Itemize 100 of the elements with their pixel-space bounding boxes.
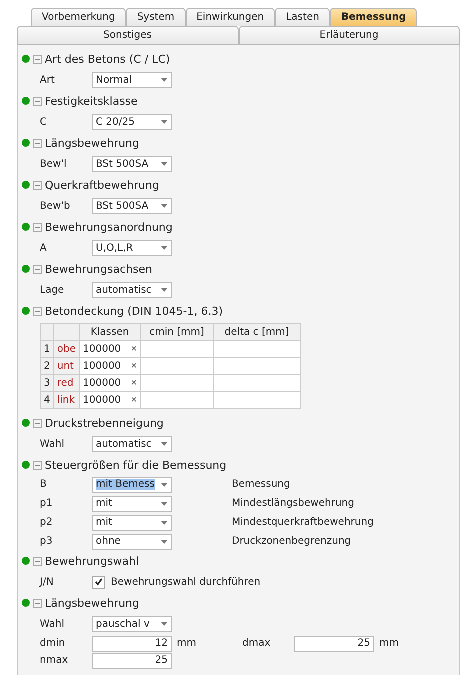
field-label: Art bbox=[40, 74, 56, 86]
field-label: Wahl bbox=[40, 438, 66, 450]
dropdown[interactable]: ohne bbox=[92, 534, 172, 550]
status-dot bbox=[22, 419, 30, 427]
collapse-icon[interactable] bbox=[33, 180, 42, 190]
field-label: dmin bbox=[40, 638, 66, 649]
dropdown[interactable]: mit bbox=[92, 496, 172, 512]
remove-button[interactable]: × bbox=[131, 394, 138, 406]
row-number: 1 bbox=[40, 340, 54, 358]
section-title: Längsbewehrung bbox=[45, 596, 140, 610]
caret-icon bbox=[161, 622, 168, 626]
field-label: Bew'l bbox=[40, 158, 68, 170]
caret-icon bbox=[161, 162, 168, 166]
table-cell: red bbox=[54, 374, 80, 392]
collapse-icon[interactable] bbox=[33, 264, 42, 274]
dropdown[interactable]: automatisc bbox=[92, 282, 172, 298]
remove-button[interactable]: × bbox=[131, 344, 138, 354]
collapse-icon[interactable] bbox=[33, 138, 42, 148]
dropdown[interactable]: automatisc bbox=[92, 436, 172, 452]
checkbox[interactable] bbox=[92, 576, 105, 588]
section-title: Längsbewehrung bbox=[45, 136, 140, 150]
collapse-icon[interactable] bbox=[33, 222, 42, 232]
dropdown[interactable]: pauschal v bbox=[92, 616, 172, 632]
section-title: Art des Betons (C / LC) bbox=[45, 52, 170, 66]
collapse-icon[interactable] bbox=[33, 460, 42, 470]
status-dot bbox=[22, 557, 30, 565]
collapse-icon[interactable] bbox=[33, 556, 42, 566]
table-cell: 100000 × bbox=[80, 358, 141, 374]
dropdown[interactable]: U,O,L,R bbox=[92, 240, 172, 256]
field-label: dmax bbox=[242, 638, 272, 649]
table-cell: unt bbox=[54, 358, 80, 374]
field-label: p3 bbox=[40, 536, 54, 547]
section-title: Bewehrungsachsen bbox=[45, 262, 152, 276]
section-title: Bewehrungsanordnung bbox=[45, 220, 173, 234]
column-header: Klassen bbox=[80, 324, 141, 340]
status-dot bbox=[22, 55, 30, 63]
collapse-icon[interactable] bbox=[33, 598, 42, 608]
status-dot bbox=[22, 181, 30, 189]
collapse-icon[interactable] bbox=[33, 96, 42, 106]
section-title: Steuergrößen für die Bemessung bbox=[45, 458, 227, 472]
checkbox-label: Bewehrungswahl durchführen bbox=[111, 576, 261, 588]
caret-icon bbox=[161, 482, 168, 486]
collapse-icon[interactable] bbox=[33, 418, 42, 428]
caret-icon bbox=[161, 120, 168, 124]
tab[interactable]: Vorbemerkung bbox=[31, 8, 126, 26]
status-dot bbox=[22, 461, 30, 469]
dropdown[interactable]: mit bbox=[92, 514, 172, 530]
section-title: Festigkeitsklasse bbox=[45, 94, 138, 108]
table-cell: obe bbox=[54, 340, 80, 358]
field-label: p2 bbox=[40, 517, 54, 528]
collapse-icon[interactable] bbox=[33, 54, 42, 64]
dropdown[interactable]: BSt 500SA bbox=[92, 156, 172, 172]
field-description: Bemessung bbox=[232, 479, 290, 490]
status-dot bbox=[22, 265, 30, 273]
tab[interactable]: Sonstiges bbox=[17, 26, 238, 45]
section-title: Querkraftbewehrung bbox=[45, 178, 160, 192]
column-header: delta c [mm] bbox=[214, 324, 301, 340]
status-dot bbox=[22, 139, 30, 147]
dropdown[interactable]: Normal bbox=[92, 72, 172, 88]
tab[interactable]: Lasten bbox=[275, 8, 330, 26]
caret-icon bbox=[161, 520, 168, 524]
field-label: C bbox=[40, 116, 48, 128]
field-description: Druckzonenbegrenzung bbox=[232, 536, 352, 547]
field-label: J/N bbox=[40, 576, 55, 588]
field-description: Mindestlängsbewehrung bbox=[232, 498, 354, 509]
field-label: A bbox=[40, 242, 48, 254]
tab[interactable]: Bemessung bbox=[330, 8, 418, 26]
unit-label: mm bbox=[177, 638, 196, 649]
table-cell: link bbox=[54, 392, 80, 408]
tab[interactable]: Erläuterung bbox=[238, 26, 460, 45]
field-label: B bbox=[40, 479, 48, 490]
caret-icon bbox=[161, 78, 168, 82]
caret-icon bbox=[161, 540, 168, 544]
dropdown[interactable]: mit Bemess bbox=[92, 476, 172, 492]
number-field[interactable]: 12 bbox=[92, 636, 172, 652]
table-cell: 100000 × bbox=[80, 340, 141, 358]
number-field[interactable]: 25 bbox=[294, 636, 374, 652]
status-dot bbox=[22, 599, 30, 607]
status-dot bbox=[22, 97, 30, 105]
caret-icon bbox=[161, 502, 168, 506]
field-description: Mindestquerkraftbewehrung bbox=[232, 517, 374, 528]
table-cell: 100000 × bbox=[80, 392, 141, 408]
tab[interactable]: Einwirkungen bbox=[186, 8, 276, 26]
field-label: Lage bbox=[40, 284, 66, 296]
unit-label: mm bbox=[379, 638, 399, 649]
collapse-icon[interactable] bbox=[33, 306, 42, 316]
dropdown[interactable]: BSt 500SA bbox=[92, 198, 172, 214]
remove-button[interactable]: × bbox=[131, 378, 138, 388]
caret-icon bbox=[161, 442, 168, 446]
status-dot bbox=[22, 223, 30, 231]
field-label: Wahl bbox=[40, 618, 66, 630]
caret-icon bbox=[161, 246, 168, 250]
column-header: cmin [mm] bbox=[140, 324, 214, 340]
tab[interactable]: System bbox=[126, 8, 186, 26]
dropdown[interactable]: C 20/25 bbox=[92, 114, 172, 130]
section-title: Betondeckung (DIN 1045-1, 6.3) bbox=[45, 304, 224, 318]
section-title: Druckstrebenneigung bbox=[45, 416, 164, 430]
field-label: Bew'b bbox=[40, 200, 72, 212]
number-field[interactable]: 25 bbox=[92, 652, 172, 668]
remove-button[interactable]: × bbox=[131, 360, 138, 372]
